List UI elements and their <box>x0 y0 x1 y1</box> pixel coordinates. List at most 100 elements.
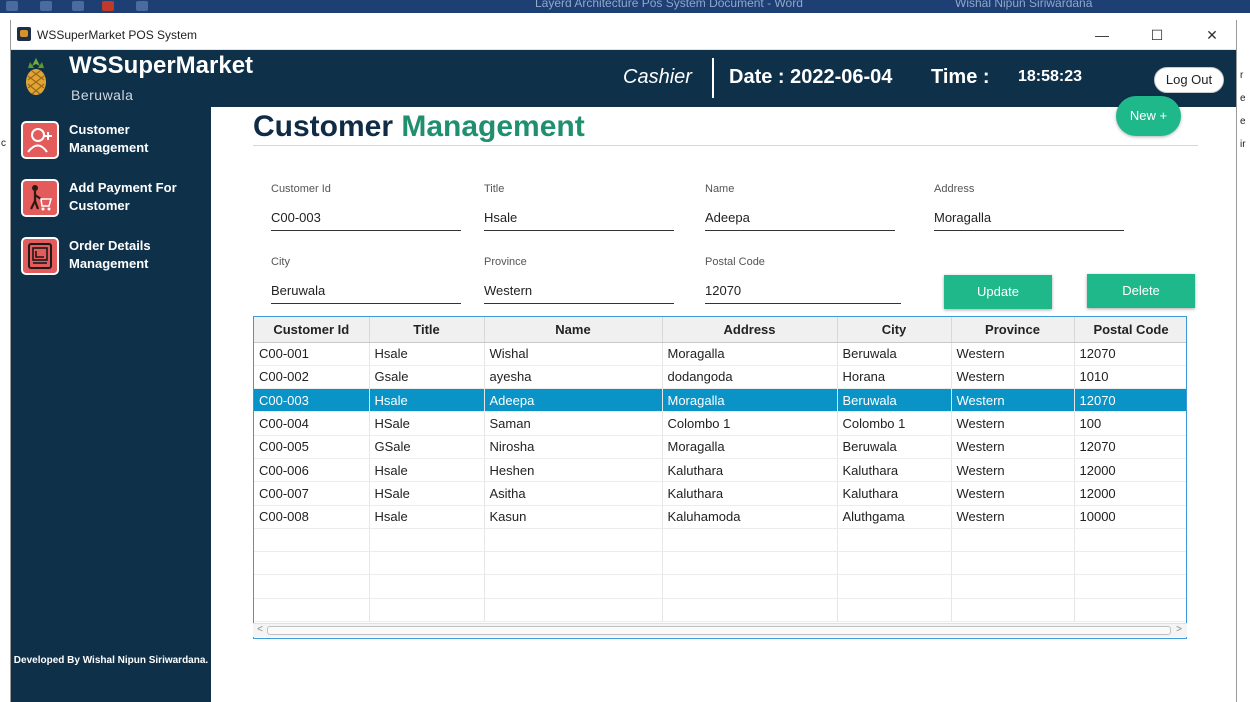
app-header: WSSuperMarket Beruwala Cashier Date : 20… <box>11 50 1236 107</box>
table-cell: HSale <box>369 411 485 436</box>
empty-table-row <box>254 598 1186 623</box>
table-cell: C00-004 <box>254 411 370 436</box>
table-cell: Asitha <box>484 481 663 506</box>
sidebar-item-customer-management[interactable]: Customer Management <box>21 119 206 163</box>
sidebar: Customer Management Add Payment For Cust… <box>11 107 211 702</box>
title-field: Title <box>484 183 674 233</box>
redo-icon <box>72 1 84 11</box>
table-cell: Moragalla <box>662 342 838 366</box>
table-cell: 12070 <box>1074 435 1186 459</box>
empty-table-cell <box>254 551 370 576</box>
name-input[interactable] <box>705 205 895 231</box>
maximize-button[interactable]: ☐ <box>1142 24 1172 46</box>
empty-table-cell <box>1074 528 1186 553</box>
table-cell: Western <box>951 435 1075 459</box>
empty-table-cell <box>484 528 663 553</box>
table-cell: Colombo 1 <box>837 411 952 436</box>
table-row[interactable]: C00-001 Hsale Wishal Moragalla Beruwala Weste… <box>254 342 1186 366</box>
minimize-button[interactable]: — <box>1087 24 1117 46</box>
user-role: Cashier <box>623 66 692 88</box>
close-button[interactable]: ✕ <box>1197 24 1227 46</box>
title-input[interactable] <box>484 205 674 231</box>
time-value: 18:58:23 <box>1018 68 1083 85</box>
table-row[interactable]: C00-007 HSale Asitha Kaluthara Kaluthara West… <box>254 481 1186 506</box>
table-cell: Wishal <box>484 342 663 366</box>
empty-table-cell <box>484 551 663 576</box>
table-cell: Gsale <box>369 365 485 390</box>
empty-table-cell <box>1074 598 1186 623</box>
table-cell: 1010 <box>1074 365 1186 390</box>
customer-id-label: Customer Id <box>271 183 331 195</box>
empty-table-cell <box>662 528 838 553</box>
column-header-customer-id[interactable]: Customer Id <box>254 317 370 343</box>
logout-button[interactable]: Log Out <box>1154 67 1224 93</box>
scroll-left-icon[interactable]: < <box>254 624 266 636</box>
pdf-icon <box>102 1 114 11</box>
city-field: City <box>271 256 461 306</box>
city-input[interactable] <box>271 278 461 304</box>
postal-code-input[interactable] <box>705 278 901 304</box>
sidebar-item-add-payment[interactable]: Add Payment For Customer <box>21 177 206 221</box>
scroll-right-icon[interactable]: > <box>1173 624 1185 636</box>
table-cell: Adeepa <box>484 388 663 413</box>
empty-table-cell <box>369 551 485 576</box>
scrollbar-thumb[interactable] <box>267 626 1171 635</box>
title-divider <box>253 145 1198 146</box>
table-row[interactable]: C00-008 Hsale Kasun Kaluhamoda Aluthgama West… <box>254 505 1186 529</box>
city-label: City <box>271 256 290 268</box>
empty-table-cell <box>837 574 952 599</box>
empty-table-cell <box>951 598 1075 623</box>
customer-table[interactable]: Customer Id Title Name Address City Prov… <box>253 316 1187 639</box>
table-row[interactable]: C00-002 Gsale ayesha dodangoda Horana Western… <box>254 365 1186 390</box>
empty-table-cell <box>837 551 952 576</box>
table-row[interactable]: C00-006 Hsale Heshen Kaluthara Kaluthara West… <box>254 458 1186 483</box>
customer-id-input[interactable] <box>271 205 461 231</box>
table-cell: 12000 <box>1074 458 1186 483</box>
sidebar-item-label: Order Details Management <box>69 238 151 271</box>
table-cell: Western <box>951 458 1075 483</box>
window-title: WSSuperMarket POS System <box>37 28 198 42</box>
column-header-province[interactable]: Province <box>951 317 1075 343</box>
brand-name: WSSuperMarket <box>69 52 254 79</box>
column-header-address[interactable]: Address <box>662 317 838 343</box>
table-cell: Western <box>951 365 1075 390</box>
table-cell: C00-006 <box>254 458 370 483</box>
table-cell: dodangoda <box>662 365 838 390</box>
table-cell: Moragalla <box>662 388 838 413</box>
table-cell: Hsale <box>369 342 485 366</box>
empty-table-cell <box>484 598 663 623</box>
table-row[interactable]: C00-004 HSale Saman Colombo 1 Colombo 1 Weste… <box>254 411 1186 436</box>
horizontal-scrollbar[interactable]: < > <box>253 623 1187 637</box>
empty-table-cell <box>254 528 370 553</box>
column-header-title[interactable]: Title <box>369 317 485 343</box>
table-cell: C00-001 <box>254 342 370 366</box>
empty-table-cell <box>837 528 952 553</box>
province-input[interactable] <box>484 278 674 304</box>
table-cell: Western <box>951 481 1075 506</box>
empty-table-cell <box>369 528 485 553</box>
postal-code-field: Postal Code <box>705 256 901 306</box>
table-cell: Horana <box>837 365 952 390</box>
delete-button[interactable]: Delete <box>1087 274 1195 308</box>
table-cell: Hsale <box>369 505 485 529</box>
column-header-name[interactable]: Name <box>484 317 663 343</box>
table-row[interactable]: C00-005 GSale Nirosha Moragalla Beruwala West… <box>254 435 1186 459</box>
table-row[interactable]: C00-003 Hsale Adeepa Moragalla Beruwala Weste… <box>254 388 1186 413</box>
table-cell: Saman <box>484 411 663 436</box>
sidebar-item-order-details[interactable]: Order Details Management <box>21 235 206 279</box>
address-input[interactable] <box>934 205 1124 231</box>
new-customer-button[interactable]: New + <box>1116 96 1181 136</box>
column-header-postal-code[interactable]: Postal Code <box>1074 317 1186 343</box>
window-titlebar: WSSuperMarket POS System — ☐ ✕ <box>11 20 1236 50</box>
table-cell: Beruwala <box>837 388 952 413</box>
table-cell: 12000 <box>1074 481 1186 506</box>
save-icon <box>6 1 18 11</box>
update-button[interactable]: Update <box>944 275 1052 309</box>
empty-table-cell <box>951 574 1075 599</box>
column-header-city[interactable]: City <box>837 317 952 343</box>
header-divider <box>712 58 714 98</box>
undo-icon <box>40 1 52 11</box>
table-cell: Hsale <box>369 388 485 413</box>
address-label: Address <box>934 183 975 195</box>
empty-table-cell <box>951 528 1075 553</box>
